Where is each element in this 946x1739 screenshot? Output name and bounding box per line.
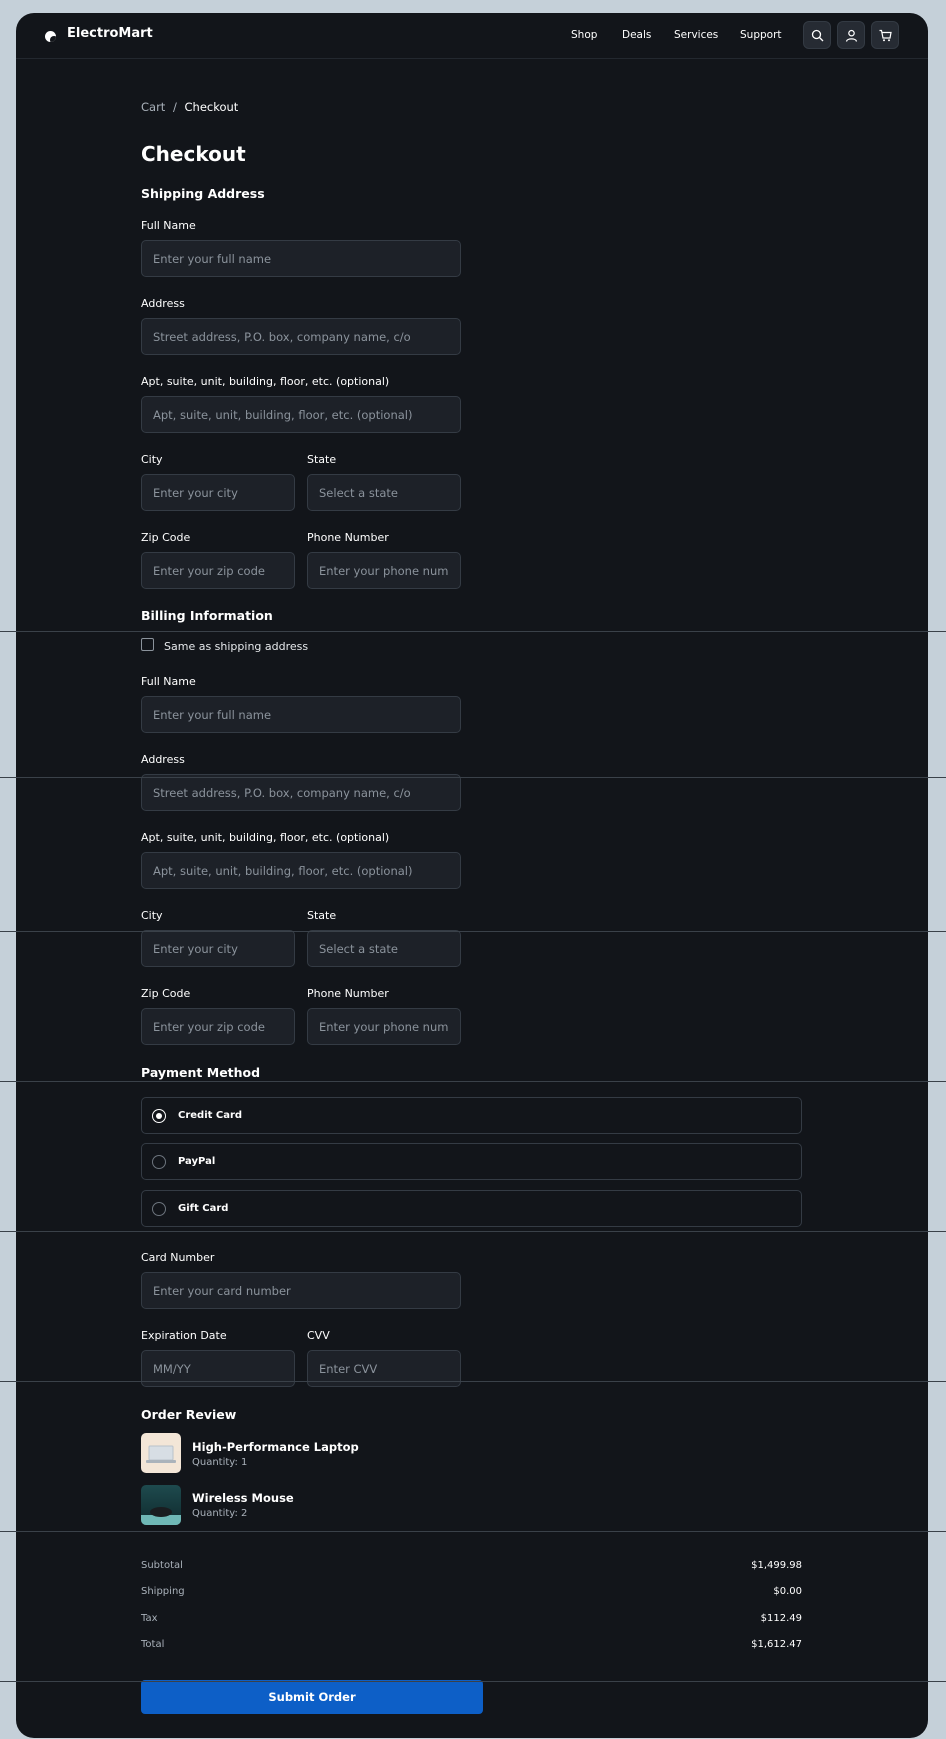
- shipping-full-name-input[interactable]: [141, 240, 461, 277]
- breadcrumb: Cart / Checkout: [141, 100, 238, 114]
- user-icon: [845, 29, 857, 42]
- tax-value: $112.49: [760, 1613, 802, 1624]
- shipping-state-select[interactable]: [307, 474, 461, 511]
- billing-address-input[interactable]: [141, 774, 461, 811]
- same-as-shipping-label[interactable]: Same as shipping address: [164, 640, 308, 653]
- divider-line: [0, 1381, 946, 1382]
- order-item-qty: Quantity: 1: [192, 1457, 248, 1468]
- shipping-heading: Shipping Address: [141, 186, 265, 201]
- billing-city-label: City: [141, 909, 163, 922]
- brand-name[interactable]: ElectroMart: [67, 26, 153, 41]
- payment-option-label: PayPal: [178, 1156, 216, 1167]
- order-item-name: High-Performance Laptop: [192, 1440, 359, 1454]
- shipping-zip-input[interactable]: [141, 552, 295, 589]
- total-value: $1,612.47: [751, 1639, 802, 1650]
- shipping-phone-label: Phone Number: [307, 531, 389, 544]
- payment-option-label: Credit Card: [178, 1110, 243, 1121]
- breadcrumb-separator: /: [172, 100, 177, 114]
- billing-apt-input[interactable]: [141, 852, 461, 889]
- shipping-cost-label: Shipping: [141, 1586, 185, 1597]
- payment-option-paypal[interactable]: PayPal: [141, 1143, 802, 1180]
- divider-line: [0, 931, 946, 932]
- total-label: Total: [141, 1639, 165, 1650]
- cart-button[interactable]: [871, 21, 899, 49]
- billing-zip-input[interactable]: [141, 1008, 295, 1045]
- billing-zip-label: Zip Code: [141, 987, 191, 1000]
- shipping-apt-input[interactable]: [141, 396, 461, 433]
- cvv-label: CVV: [307, 1329, 330, 1342]
- billing-heading: Billing Information: [141, 608, 273, 623]
- divider-line: [0, 1231, 946, 1232]
- order-item-name: Wireless Mouse: [192, 1491, 294, 1505]
- page-title: Checkout: [141, 142, 246, 166]
- billing-state-label: State: [307, 909, 337, 922]
- shipping-phone-input[interactable]: [307, 552, 461, 589]
- card-number-input[interactable]: [141, 1272, 461, 1309]
- divider-line: [0, 777, 946, 778]
- shipping-cost-value: $0.00: [773, 1586, 802, 1597]
- divider-line: [0, 631, 946, 632]
- app-window: ElectroMart Shop Deals Services Support …: [16, 13, 928, 1738]
- billing-phone-input[interactable]: [307, 1008, 461, 1045]
- subtotal-label: Subtotal: [141, 1560, 183, 1571]
- nav-link-support[interactable]: Support: [740, 29, 782, 41]
- billing-city-input[interactable]: [141, 930, 295, 967]
- subtotal-value: $1,499.98: [751, 1560, 802, 1571]
- nav-link-deals[interactable]: Deals: [622, 29, 651, 41]
- same-as-shipping-checkbox[interactable]: [141, 638, 154, 651]
- radio-icon: [152, 1202, 166, 1216]
- top-nav: ElectroMart Shop Deals Services Support: [16, 13, 928, 59]
- radio-icon: [152, 1155, 166, 1169]
- billing-full-name-label: Full Name: [141, 675, 196, 688]
- billing-state-select[interactable]: [307, 930, 461, 967]
- shipping-address-label: Address: [141, 297, 185, 310]
- shipping-zip-label: Zip Code: [141, 531, 191, 544]
- payment-option-credit-card[interactable]: Credit Card: [141, 1097, 802, 1134]
- nav-link-shop[interactable]: Shop: [571, 29, 597, 41]
- billing-address-label: Address: [141, 753, 185, 766]
- divider-line: [0, 1081, 946, 1082]
- shipping-address-input[interactable]: [141, 318, 461, 355]
- payment-option-gift-card[interactable]: Gift Card: [141, 1190, 802, 1227]
- submit-order-button[interactable]: Submit Order: [141, 1680, 483, 1714]
- logo-icon: [45, 31, 56, 42]
- cart-icon: [879, 29, 892, 41]
- billing-full-name-input[interactable]: [141, 696, 461, 733]
- shipping-city-input[interactable]: [141, 474, 295, 511]
- search-icon: [811, 29, 823, 41]
- shipping-state-label: State: [307, 453, 337, 466]
- payment-option-label: Gift Card: [178, 1203, 229, 1214]
- mouse-thumbnail: [141, 1485, 181, 1525]
- laptop-thumbnail: [141, 1433, 181, 1473]
- search-button[interactable]: [803, 21, 831, 49]
- account-button[interactable]: [837, 21, 865, 49]
- payment-heading: Payment Method: [141, 1065, 261, 1080]
- shipping-city-label: City: [141, 453, 163, 466]
- radio-selected-icon: [152, 1109, 166, 1123]
- breadcrumb-current: Checkout: [184, 100, 239, 114]
- expiry-label: Expiration Date: [141, 1329, 227, 1342]
- shipping-apt-label: Apt, suite, unit, building, floor, etc. …: [141, 375, 390, 388]
- order-review-heading: Order Review: [141, 1407, 237, 1422]
- billing-phone-label: Phone Number: [307, 987, 389, 1000]
- divider-line: [0, 1531, 946, 1532]
- card-number-label: Card Number: [141, 1251, 215, 1264]
- shipping-full-name-label: Full Name: [141, 219, 196, 232]
- tax-label: Tax: [141, 1613, 158, 1624]
- divider-line: [0, 1681, 946, 1682]
- billing-apt-label: Apt, suite, unit, building, floor, etc. …: [141, 831, 390, 844]
- nav-link-services[interactable]: Services: [674, 29, 718, 41]
- breadcrumb-cart[interactable]: Cart: [141, 100, 165, 114]
- order-item-qty: Quantity: 2: [192, 1508, 248, 1519]
